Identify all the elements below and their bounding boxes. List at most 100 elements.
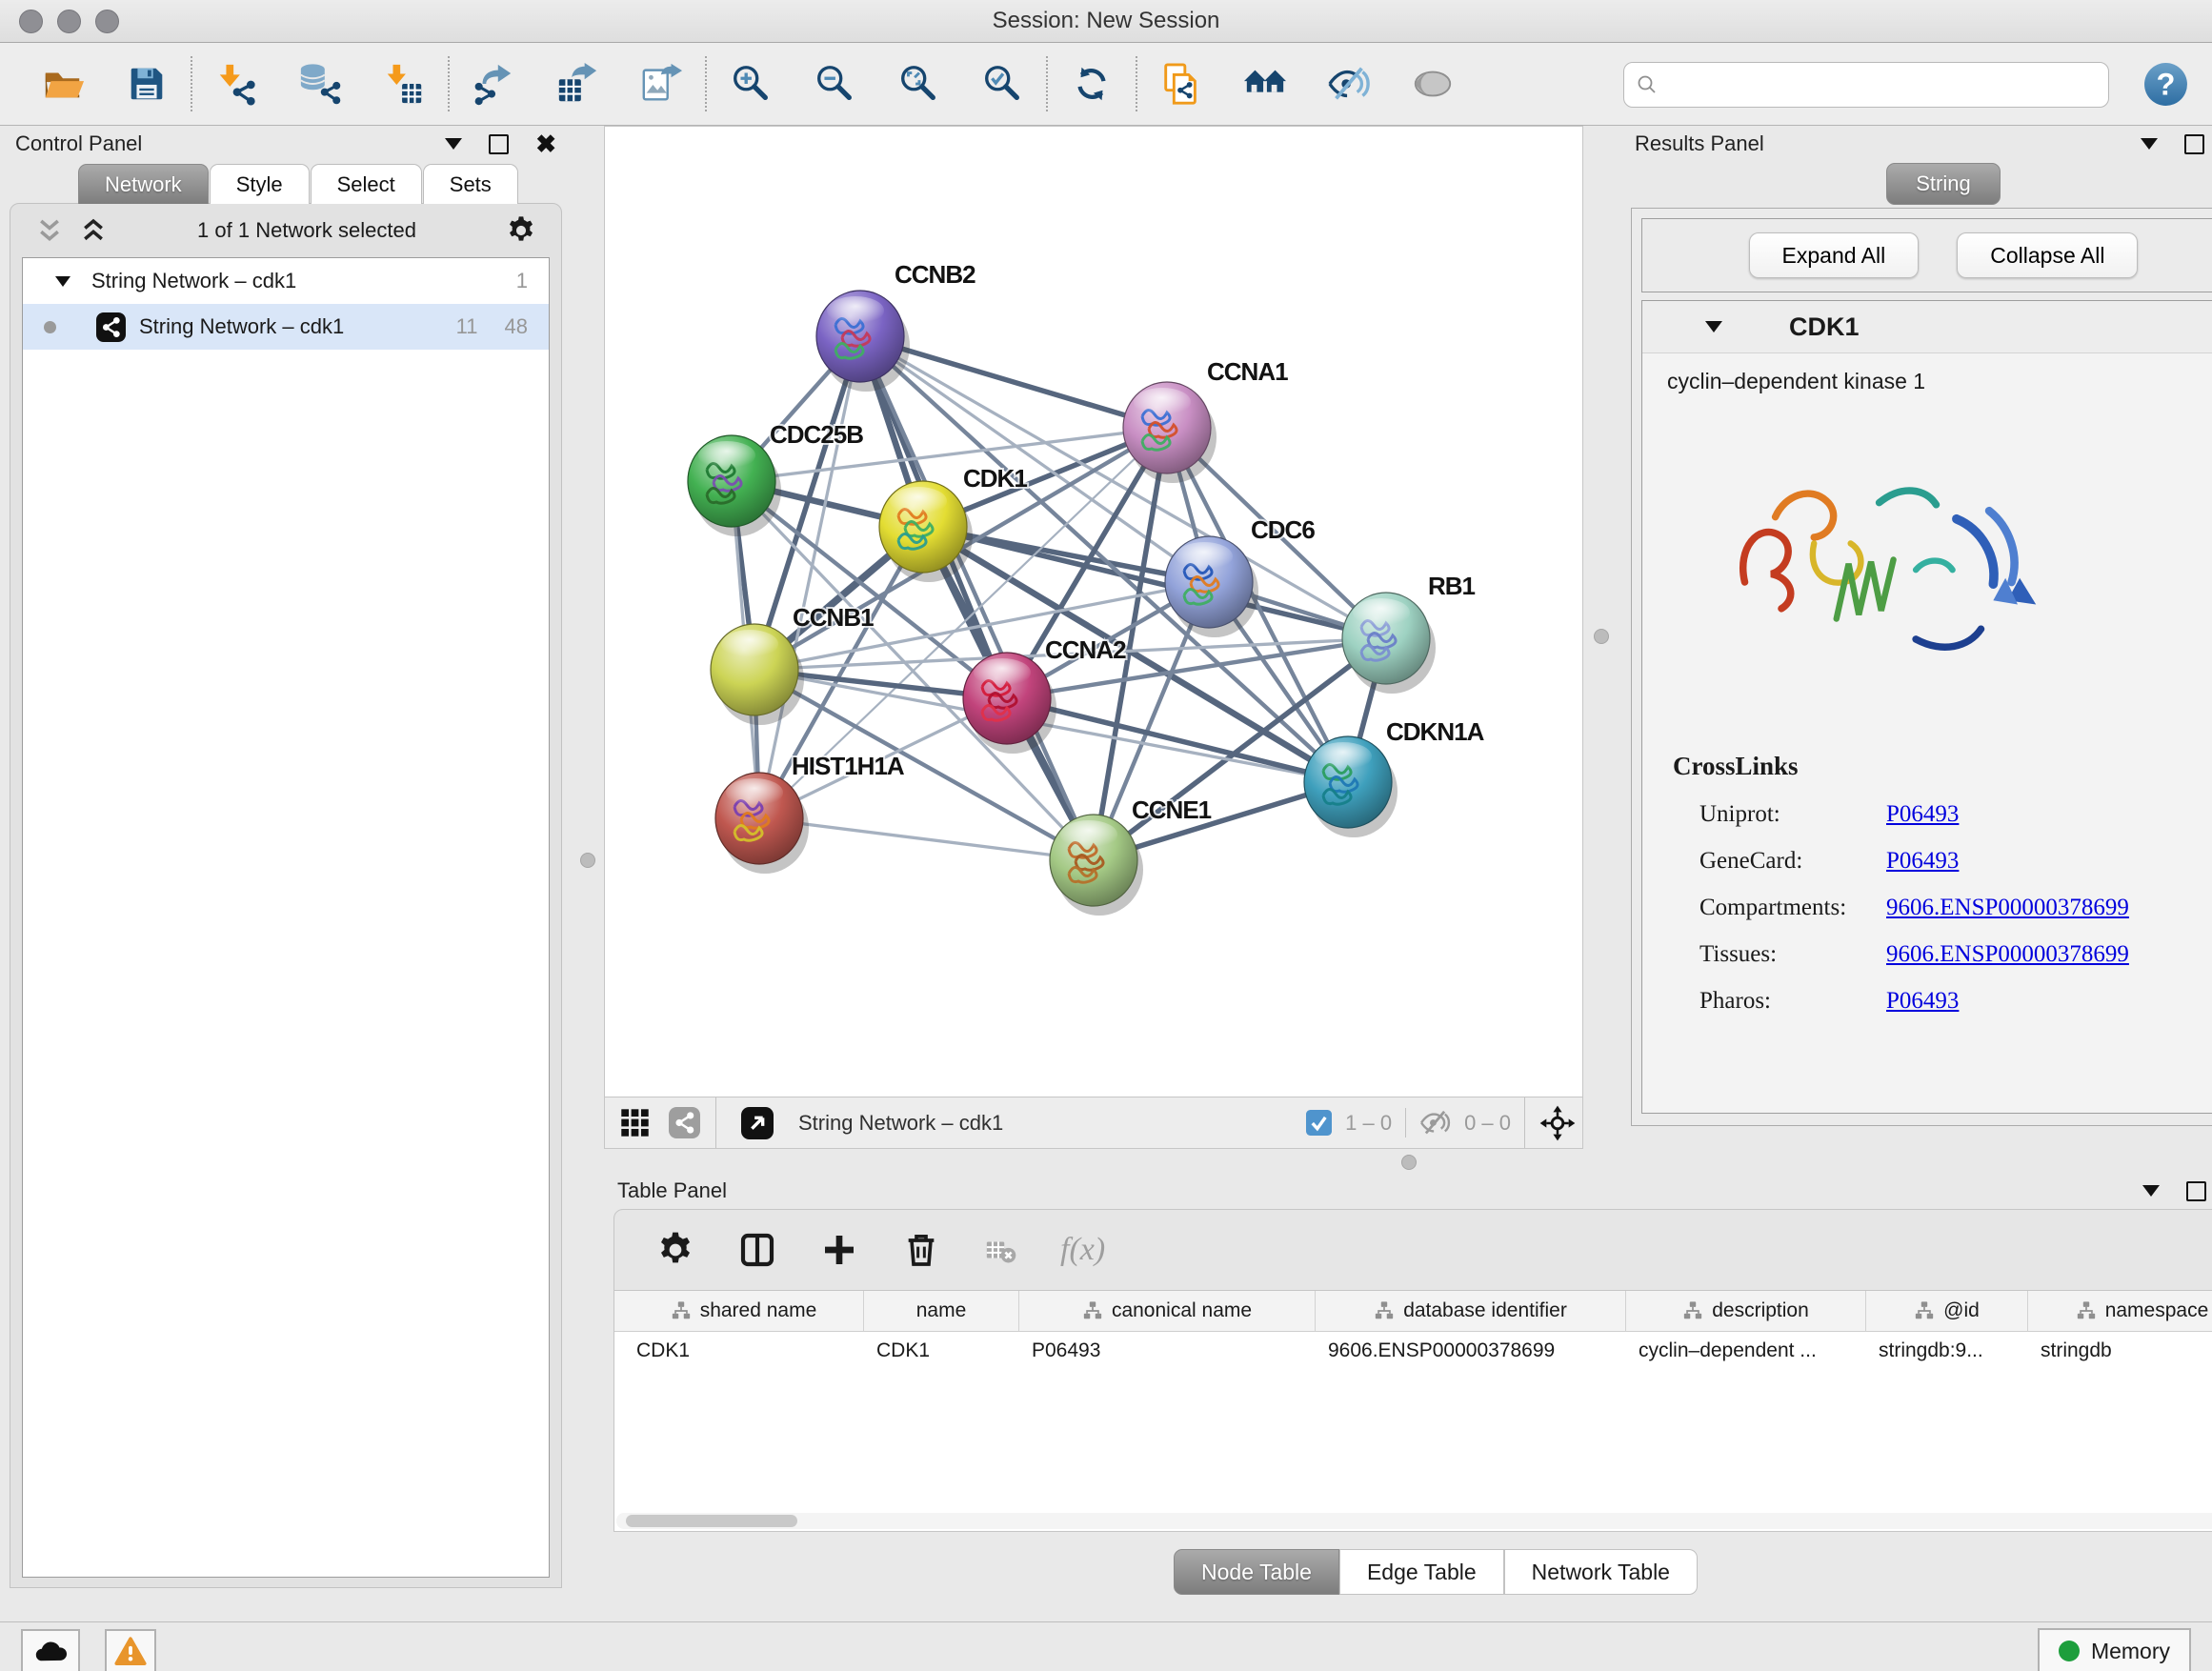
network-edge[interactable] bbox=[860, 336, 1094, 860]
import-table-file-button[interactable] bbox=[379, 59, 429, 109]
tab-style[interactable]: Style bbox=[210, 164, 310, 204]
expand-all-icon[interactable] bbox=[79, 216, 108, 245]
network-edge[interactable] bbox=[759, 818, 1094, 860]
network-node-RB1[interactable] bbox=[1342, 593, 1436, 694]
column-header-canonical-name[interactable]: canonical name bbox=[1019, 1291, 1316, 1331]
open-session-button[interactable] bbox=[38, 59, 88, 109]
network-row[interactable]: String Network – cdk1 11 48 bbox=[23, 304, 549, 350]
crosslink-link[interactable]: P06493 bbox=[1886, 988, 1959, 1015]
export-network-button[interactable] bbox=[469, 59, 518, 109]
collapse-all-button[interactable]: Collapse All bbox=[1957, 232, 2138, 278]
gear-icon[interactable] bbox=[506, 215, 536, 246]
column-header-namespace[interactable]: namespace bbox=[2028, 1291, 2212, 1331]
close-panel-icon[interactable]: ✖ bbox=[535, 131, 556, 156]
splitter-handle[interactable] bbox=[580, 853, 595, 868]
splitter-handle[interactable] bbox=[1401, 1155, 1417, 1170]
columns-icon[interactable] bbox=[738, 1231, 776, 1269]
network-node-CDK1[interactable] bbox=[879, 481, 973, 582]
crosslink-link[interactable]: P06493 bbox=[1886, 801, 1959, 828]
tab-string[interactable]: String bbox=[1886, 163, 2000, 205]
panel-menu-icon[interactable] bbox=[2141, 138, 2158, 150]
network-node-CDC25B[interactable] bbox=[688, 435, 781, 536]
table-cell[interactable]: 9606.ENSP00000378699 bbox=[1316, 1339, 1626, 1362]
panel-menu-icon[interactable] bbox=[2142, 1185, 2160, 1197]
network-badge-icon[interactable] bbox=[669, 1107, 700, 1138]
hidden-eye-icon[interactable] bbox=[1419, 1107, 1451, 1138]
detach-view-icon[interactable] bbox=[741, 1107, 774, 1139]
left-splitter[interactable] bbox=[572, 126, 604, 1621]
entry-expander-icon[interactable] bbox=[1705, 321, 1722, 332]
tab-edge-table[interactable]: Edge Table bbox=[1339, 1549, 1504, 1595]
table-cell[interactable]: cyclin–dependent ... bbox=[1626, 1339, 1866, 1362]
export-image-button[interactable] bbox=[636, 59, 686, 109]
network-node-CDC6[interactable] bbox=[1165, 536, 1258, 637]
network-node-CDKN1A[interactable] bbox=[1304, 736, 1398, 837]
clone-network-button[interactable] bbox=[1156, 59, 1206, 109]
zoom-window-button[interactable] bbox=[95, 10, 119, 33]
column-header-description[interactable]: description bbox=[1626, 1291, 1866, 1331]
show-hide-button[interactable] bbox=[1408, 59, 1458, 109]
splitter-handle[interactable] bbox=[1594, 629, 1609, 644]
crosslink-link[interactable]: P06493 bbox=[1886, 848, 1959, 875]
crosshair-icon[interactable] bbox=[1538, 1104, 1577, 1142]
toggle-graphics-details-button[interactable] bbox=[1324, 59, 1374, 109]
protein-entry-header[interactable]: CDK1 bbox=[1642, 301, 2212, 353]
grid-view-icon[interactable] bbox=[620, 1108, 650, 1137]
collapse-all-icon[interactable] bbox=[35, 216, 64, 245]
tree-expander-icon[interactable] bbox=[55, 276, 70, 287]
import-network-database-button[interactable] bbox=[295, 59, 345, 109]
panel-menu-icon[interactable] bbox=[445, 138, 462, 150]
close-window-button[interactable] bbox=[19, 10, 43, 33]
save-session-button[interactable] bbox=[122, 59, 171, 109]
help-button[interactable]: ? bbox=[2142, 61, 2189, 108]
column-header-shared-name[interactable]: shared name bbox=[624, 1291, 864, 1331]
crosslink-link[interactable]: 9606.ENSP00000378699 bbox=[1886, 895, 2129, 921]
search-input[interactable] bbox=[1659, 72, 2108, 97]
crosslink-link[interactable]: 9606.ENSP00000378699 bbox=[1886, 941, 2129, 968]
warnings-button[interactable] bbox=[105, 1629, 156, 1671]
zoom-out-button[interactable] bbox=[810, 59, 859, 109]
memory-button[interactable]: Memory bbox=[2038, 1628, 2191, 1671]
network-overview-button[interactable] bbox=[1240, 59, 1290, 109]
tab-node-table[interactable]: Node Table bbox=[1174, 1549, 1339, 1595]
gear-icon[interactable] bbox=[656, 1231, 694, 1269]
table-hscrollbar[interactable] bbox=[616, 1513, 2212, 1529]
network-canvas[interactable]: CCNB2CCNA1CDC25BCDK1CDC6RB1CCNB1CCNA2CDK… bbox=[604, 126, 1583, 1097]
tab-select[interactable]: Select bbox=[311, 164, 422, 204]
trash-icon[interactable] bbox=[902, 1231, 940, 1269]
minimize-window-button[interactable] bbox=[57, 10, 81, 33]
network-node-HIST1H1A[interactable] bbox=[715, 773, 809, 874]
add-column-icon[interactable] bbox=[820, 1231, 858, 1269]
network-collection-row[interactable]: String Network – cdk1 1 bbox=[23, 258, 549, 304]
export-table-button[interactable] bbox=[553, 59, 602, 109]
horizontal-splitter[interactable] bbox=[604, 1150, 2212, 1173]
table-cell[interactable]: CDK1 bbox=[624, 1339, 864, 1362]
column-header-name[interactable]: name bbox=[864, 1291, 1019, 1331]
table-cell[interactable]: stringdb:9... bbox=[1866, 1339, 2028, 1362]
selected-checkbox-icon[interactable] bbox=[1306, 1110, 1332, 1136]
import-network-file-button[interactable] bbox=[211, 59, 261, 109]
network-node-CCNB2[interactable] bbox=[816, 291, 910, 392]
column-header-database-identifier[interactable]: database identifier bbox=[1316, 1291, 1626, 1331]
zoom-selected-button[interactable] bbox=[977, 59, 1027, 109]
refresh-view-button[interactable] bbox=[1067, 59, 1116, 109]
network-node-CCNE1[interactable] bbox=[1050, 815, 1143, 916]
column-header-@id[interactable]: @id bbox=[1866, 1291, 2028, 1331]
network-edge[interactable] bbox=[759, 336, 860, 818]
table-row[interactable]: CDK1CDK1P064939606.ENSP00000378699cyclin… bbox=[614, 1332, 2212, 1370]
table-cell[interactable]: stringdb bbox=[2028, 1339, 2212, 1362]
cloud-button[interactable] bbox=[21, 1629, 80, 1671]
network-node-CCNA1[interactable] bbox=[1123, 382, 1217, 483]
zoom-fit-button[interactable] bbox=[894, 59, 943, 109]
table-cell[interactable]: CDK1 bbox=[864, 1339, 1019, 1362]
expand-all-button[interactable]: Expand All bbox=[1749, 232, 1920, 278]
tab-network-table[interactable]: Network Table bbox=[1504, 1549, 1698, 1595]
zoom-in-button[interactable] bbox=[726, 59, 775, 109]
tab-sets[interactable]: Sets bbox=[423, 164, 518, 204]
tab-network[interactable]: Network bbox=[78, 164, 209, 204]
scrollbar-thumb[interactable] bbox=[626, 1515, 797, 1527]
float-panel-icon[interactable] bbox=[489, 134, 509, 154]
right-splitter[interactable] bbox=[1583, 126, 1619, 1150]
table-cell[interactable]: P06493 bbox=[1019, 1339, 1316, 1362]
float-panel-icon[interactable] bbox=[2184, 134, 2204, 154]
